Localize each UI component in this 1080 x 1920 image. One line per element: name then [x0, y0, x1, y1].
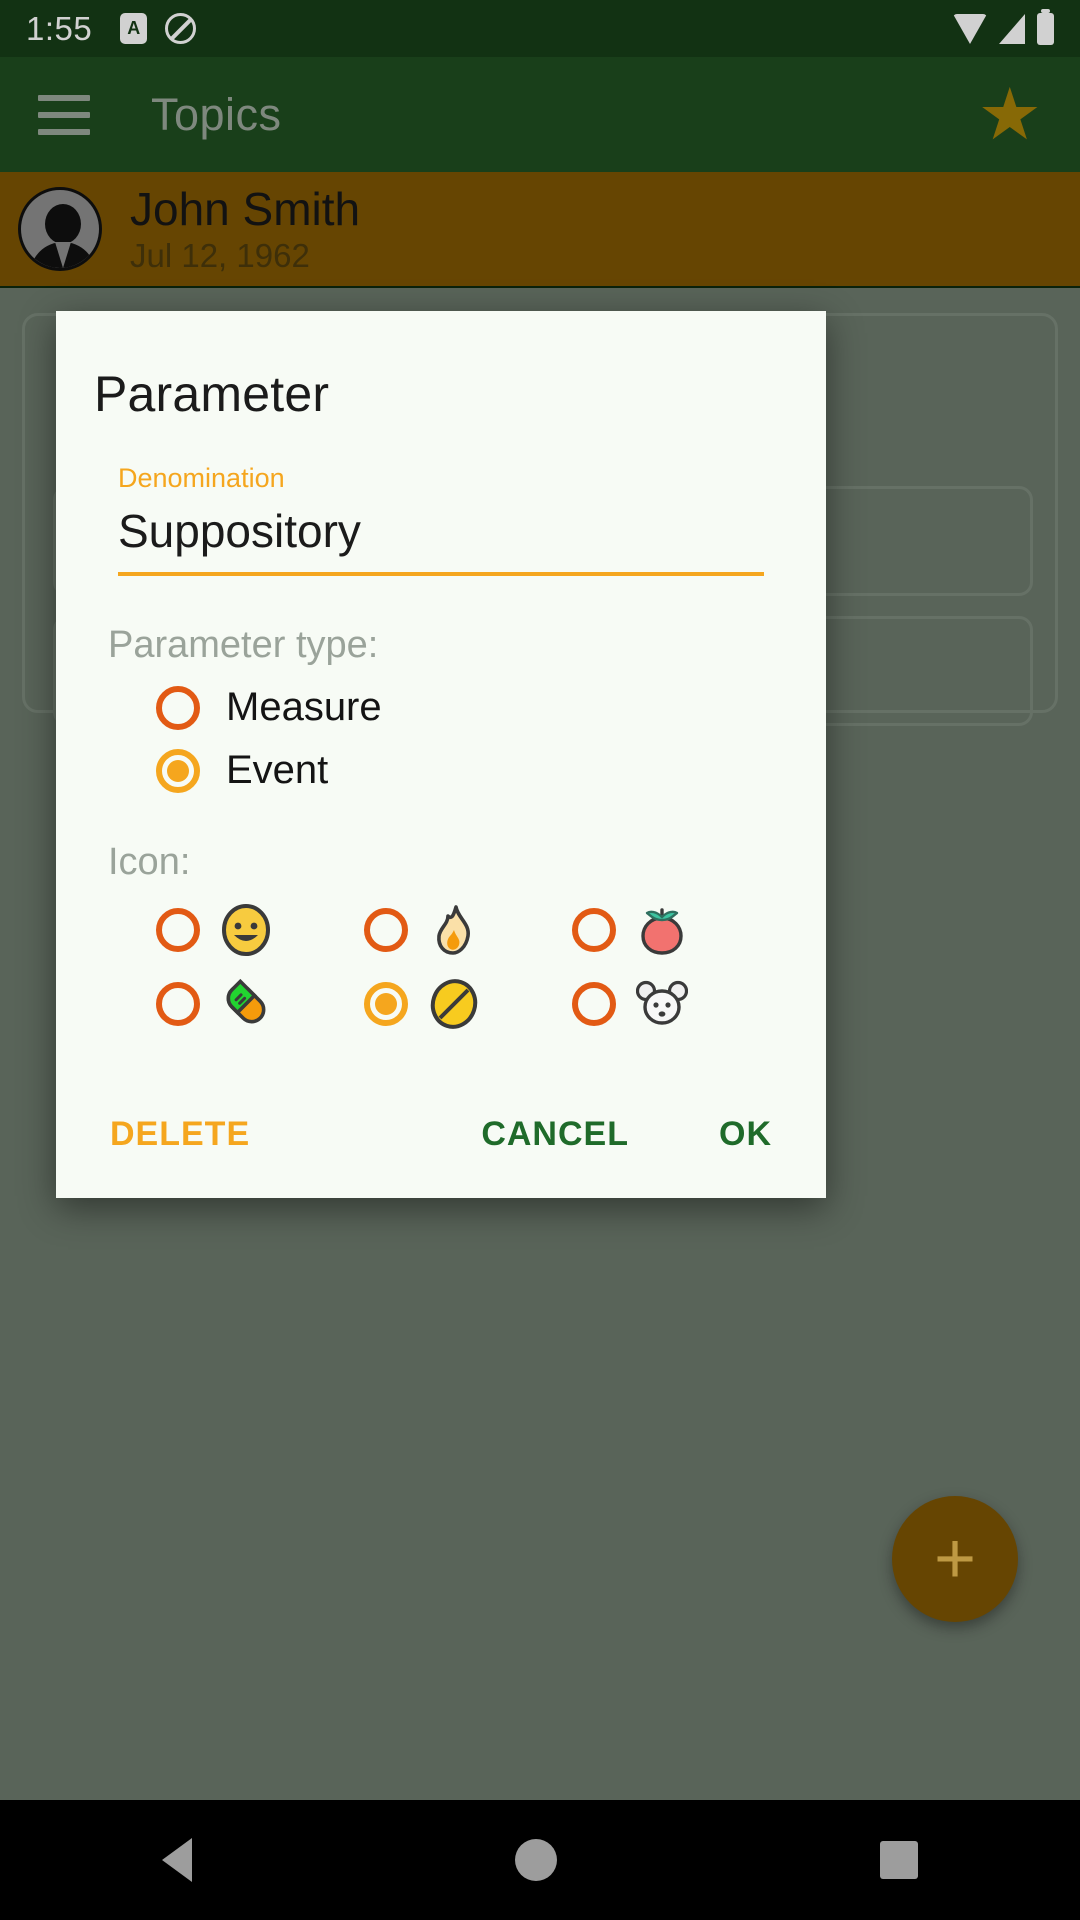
system-nav-bar	[0, 1800, 1080, 1920]
radio-event-icon[interactable]	[156, 748, 200, 793]
tablet-pill-emoji	[428, 978, 480, 1030]
denomination-input[interactable]: Suppository	[118, 494, 764, 576]
denomination-label: Denomination	[118, 463, 285, 493]
icon-option-flame[interactable]	[364, 904, 572, 956]
radio-tomato-icon[interactable]	[572, 908, 616, 952]
radio-option-measure[interactable]: Measure	[156, 685, 826, 730]
tomato-emoji	[636, 904, 688, 956]
smiley-face-emoji	[220, 904, 272, 956]
radio-smiley-icon[interactable]	[156, 908, 200, 952]
parameter-dialog: Parameter Denomination Suppository Param…	[56, 311, 826, 1198]
radio-flame-icon[interactable]	[364, 908, 408, 952]
home-circle-icon[interactable]	[514, 1839, 557, 1881]
icon-options-grid	[156, 904, 780, 1030]
phone-screen: 1:55 A Topics ★ John Smith Jul 12, 1962	[0, 0, 1080, 1920]
icon-option-capsule[interactable]	[156, 978, 364, 1030]
radio-measure-label: Measure	[226, 685, 382, 729]
capsule-pill-emoji	[220, 978, 272, 1030]
icon-option-tablet[interactable]	[364, 978, 572, 1030]
radio-option-event[interactable]: Event	[156, 748, 826, 793]
radio-capsule-icon[interactable]	[156, 982, 200, 1026]
icon-option-tomato[interactable]	[572, 904, 780, 956]
back-triangle-icon[interactable]	[161, 1838, 192, 1882]
radio-tablet-icon[interactable]	[364, 982, 408, 1026]
delete-button[interactable]: DELETE	[110, 1115, 250, 1154]
radio-mouse-face-icon[interactable]	[572, 982, 616, 1026]
icon-option-mouse-face[interactable]	[572, 978, 780, 1030]
cancel-button[interactable]: CANCEL	[481, 1115, 629, 1154]
ok-button[interactable]: OK	[719, 1115, 772, 1154]
dialog-title: Parameter	[94, 366, 330, 422]
mouse-face-emoji	[636, 978, 688, 1030]
flame-emoji	[428, 904, 480, 956]
denomination-field-group: Denomination Suppository	[118, 463, 764, 576]
icon-option-smiley[interactable]	[156, 904, 364, 956]
recents-square-icon[interactable]	[880, 1841, 919, 1879]
radio-event-label: Event	[226, 748, 329, 792]
dialog-action-row: DELETE CANCEL OK	[56, 1115, 826, 1154]
icon-section-label: Icon:	[108, 841, 191, 883]
parameter-type-label: Parameter type:	[108, 624, 379, 666]
radio-measure-icon[interactable]	[156, 685, 200, 730]
